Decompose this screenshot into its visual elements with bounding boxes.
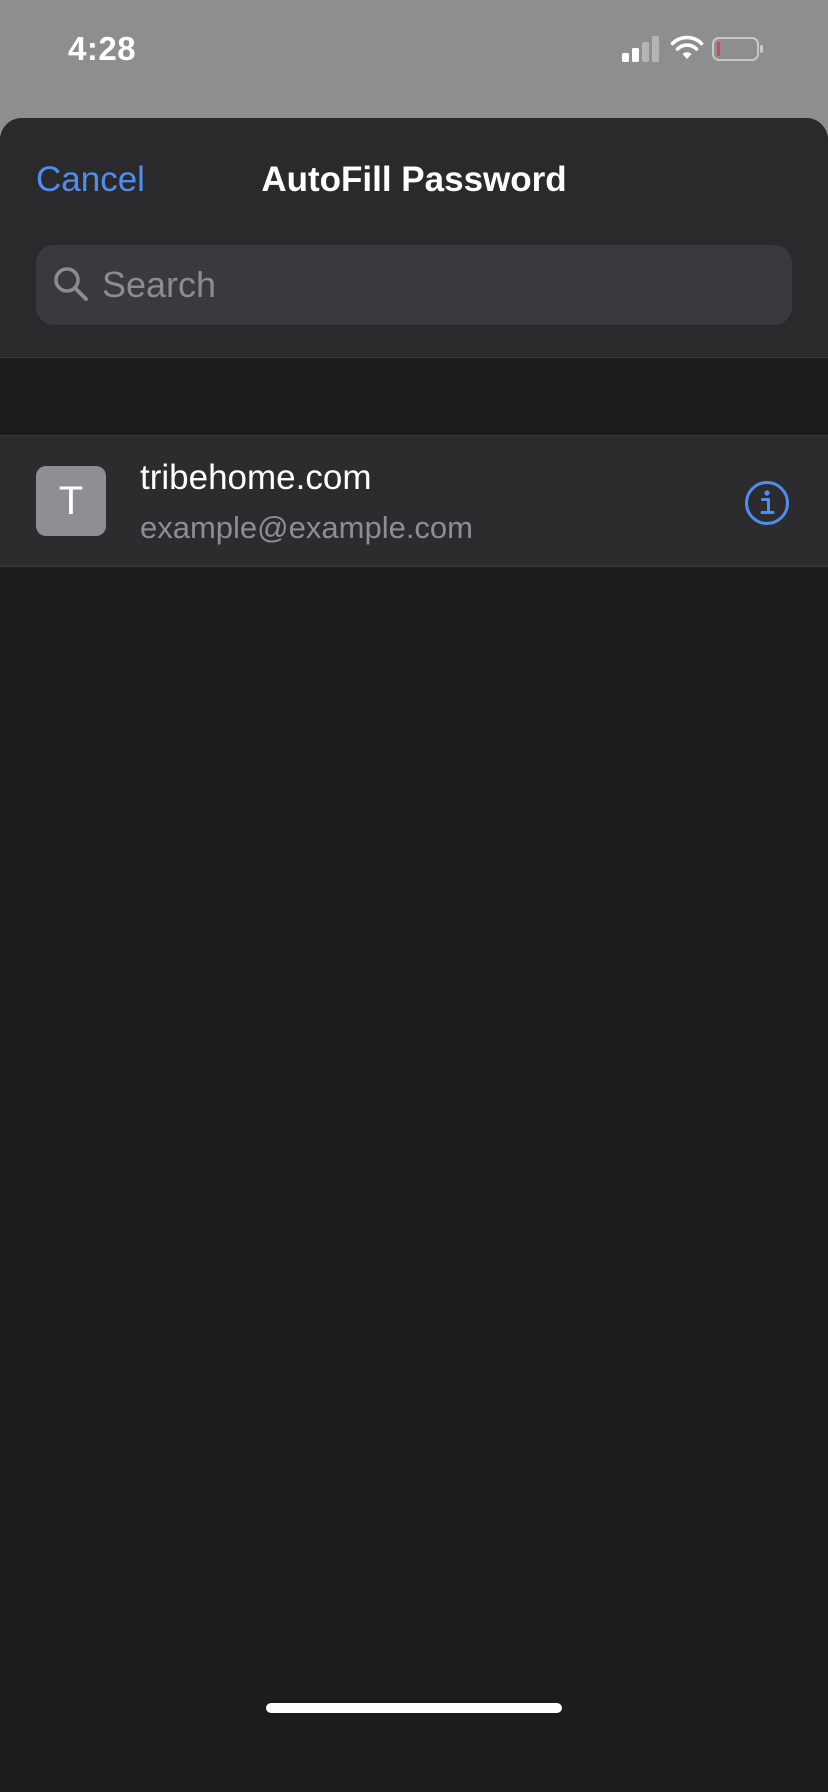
autofill-sheet: Cancel AutoFill Password T tribehome.com… (0, 118, 828, 1792)
credential-username: example@example.com (140, 510, 473, 545)
search-input[interactable] (102, 245, 772, 325)
info-icon[interactable] (744, 480, 790, 526)
credential-row[interactable]: T tribehome.com example@example.com (0, 435, 828, 567)
wifi-icon (670, 35, 704, 59)
site-avatar: T (36, 466, 106, 536)
credential-site: tribehome.com (140, 458, 372, 497)
status-bar: 4:28 (0, 0, 828, 100)
page-title: AutoFill Password (261, 160, 567, 199)
battery-icon (712, 37, 763, 61)
cellular-signal-icon (622, 36, 659, 62)
search-icon (54, 267, 88, 301)
home-indicator (266, 1703, 562, 1713)
search-bar[interactable] (36, 245, 792, 325)
status-time: 4:28 (68, 30, 137, 67)
nav-header: Cancel AutoFill Password (0, 118, 828, 358)
